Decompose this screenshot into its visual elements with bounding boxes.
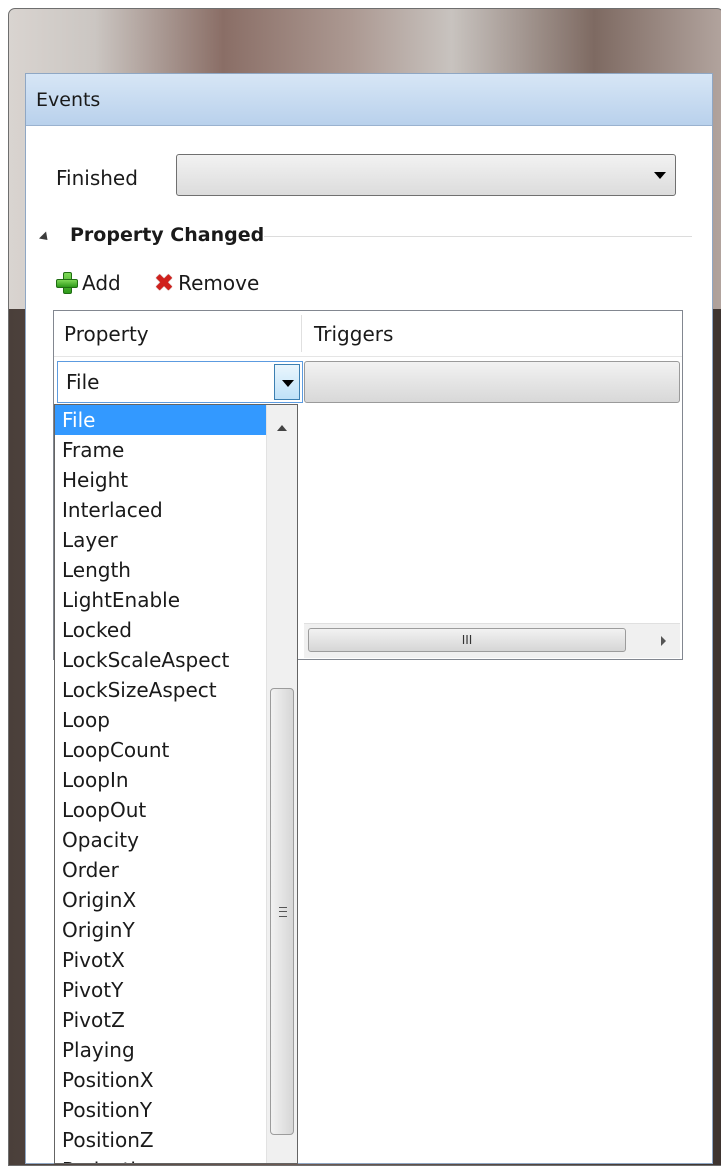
finished-label: Finished bbox=[56, 166, 138, 190]
list-item[interactable]: Order bbox=[55, 855, 267, 885]
list-item[interactable]: LightEnable bbox=[55, 585, 267, 615]
list-item[interactable]: PivotY bbox=[55, 975, 267, 1005]
panel-header: Events bbox=[26, 74, 712, 126]
list-item[interactable]: PositionY bbox=[55, 1095, 267, 1125]
scroll-thumb[interactable]: III bbox=[308, 628, 626, 652]
list-item[interactable]: PositionZ bbox=[55, 1125, 267, 1155]
remove-label: Remove bbox=[178, 271, 260, 295]
list-item[interactable]: Frame bbox=[55, 435, 267, 465]
list-item[interactable]: PositionX bbox=[55, 1065, 267, 1095]
list-item[interactable]: Opacity bbox=[55, 825, 267, 855]
list-item[interactable]: PivotZ bbox=[55, 1005, 267, 1035]
list-item[interactable]: File bbox=[55, 405, 267, 435]
vertical-scrollbar[interactable] bbox=[266, 405, 297, 1163]
grid-header: Property Triggers bbox=[54, 311, 682, 357]
plus-icon bbox=[56, 272, 78, 294]
finished-combobox[interactable] bbox=[176, 154, 676, 196]
list-item[interactable]: Loop bbox=[55, 705, 267, 735]
scroll-up-icon[interactable] bbox=[277, 425, 287, 431]
section-title: Property Changed bbox=[70, 224, 265, 246]
remove-button[interactable]: ✖ Remove bbox=[154, 271, 259, 295]
triggers-button[interactable] bbox=[304, 361, 680, 403]
close-icon: ✖ bbox=[154, 269, 175, 297]
scroll-thumb[interactable] bbox=[270, 688, 294, 1135]
column-header-triggers[interactable]: Triggers bbox=[304, 311, 680, 356]
list-item[interactable]: Playing bbox=[55, 1035, 267, 1065]
chevron-down-icon[interactable] bbox=[654, 172, 666, 179]
list-item[interactable]: Projection bbox=[55, 1155, 267, 1163]
collapse-triangle-icon[interactable] bbox=[38, 231, 52, 244]
list-item[interactable]: Layer bbox=[55, 525, 267, 555]
property-dropdown-list[interactable]: File Frame Height Interlaced Layer Lengt… bbox=[54, 404, 298, 1164]
list-item[interactable]: LoopCount bbox=[55, 735, 267, 765]
list-item[interactable]: OriginX bbox=[55, 885, 267, 915]
scroll-right-icon[interactable] bbox=[661, 636, 666, 646]
list-item[interactable]: LockSizeAspect bbox=[55, 675, 267, 705]
list-item[interactable]: Length bbox=[55, 555, 267, 585]
list-item[interactable]: LockScaleAspect bbox=[55, 645, 267, 675]
list-item[interactable]: PivotX bbox=[55, 945, 267, 975]
horizontal-scrollbar[interactable]: III bbox=[304, 623, 680, 658]
list-item[interactable]: LoopIn bbox=[55, 765, 267, 795]
list-item[interactable]: Locked bbox=[55, 615, 267, 645]
list-item[interactable]: Interlaced bbox=[55, 495, 267, 525]
column-separator[interactable] bbox=[301, 315, 302, 352]
list-item[interactable]: LoopOut bbox=[55, 795, 267, 825]
grip-icon bbox=[279, 907, 287, 917]
property-value: File bbox=[66, 370, 100, 394]
list-item[interactable]: OriginY bbox=[55, 915, 267, 945]
section-divider bbox=[264, 236, 692, 237]
dropdown-items: File Frame Height Interlaced Layer Lengt… bbox=[55, 405, 267, 1163]
chevron-down-icon[interactable] bbox=[274, 364, 300, 400]
property-combobox[interactable]: File bbox=[57, 361, 303, 403]
list-item[interactable]: Height bbox=[55, 465, 267, 495]
add-button[interactable]: Add bbox=[56, 271, 121, 295]
panel-title: Events bbox=[36, 88, 101, 111]
column-header-property[interactable]: Property bbox=[54, 311, 301, 356]
add-label: Add bbox=[82, 271, 121, 295]
